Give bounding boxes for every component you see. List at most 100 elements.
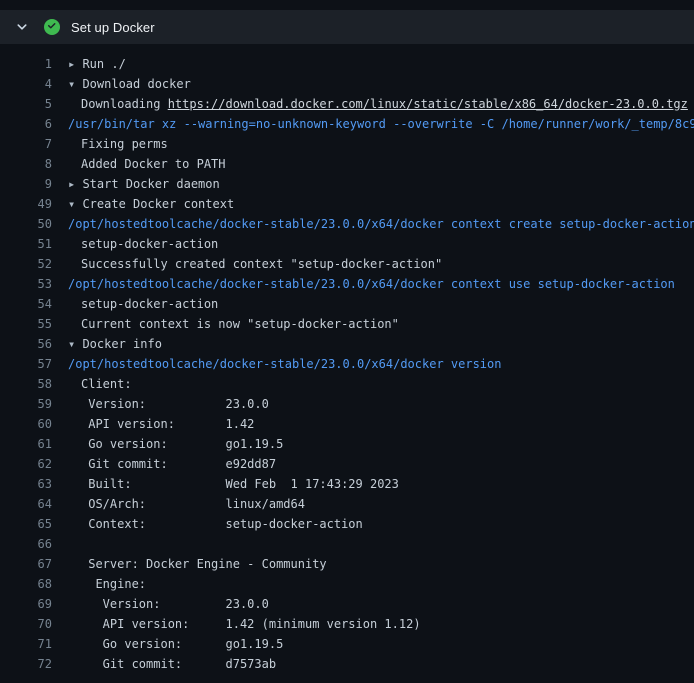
log-text: Client: bbox=[81, 377, 132, 391]
log-line-number[interactable]: 68 bbox=[0, 574, 52, 594]
step-header-set-up-docker[interactable]: Set up Docker bbox=[0, 10, 694, 44]
log-line-number[interactable]: 49 bbox=[0, 194, 52, 214]
log-line-number[interactable]: 59 bbox=[0, 394, 52, 414]
log-line-number[interactable]: 55 bbox=[0, 314, 52, 334]
log-text: API version: 1.42 (minimum version 1.12) bbox=[81, 617, 421, 631]
log-text: Fixing perms bbox=[81, 137, 168, 151]
log-line-text: Git commit: d7573ab bbox=[52, 654, 694, 674]
chevron-down-icon[interactable] bbox=[14, 19, 30, 35]
log-text: Server: Docker Engine - Community bbox=[81, 557, 327, 571]
log-line-text: setup-docker-action bbox=[52, 234, 694, 254]
log-line-text[interactable]: ▾ Create Docker context bbox=[52, 194, 694, 214]
log-line-text: setup-docker-action bbox=[52, 294, 694, 314]
group-expanded-triangle-icon[interactable]: ▾ bbox=[68, 337, 82, 351]
log-line: 7 Fixing perms bbox=[0, 134, 694, 154]
log-line: 4▾ Download docker bbox=[0, 74, 694, 94]
log-line-text: Engine: bbox=[52, 574, 694, 594]
log-line: 59 Version: 23.0.0 bbox=[0, 394, 694, 414]
log-line-text: /opt/hostedtoolcache/docker-stable/23.0.… bbox=[52, 274, 694, 294]
log-text: Version: 23.0.0 bbox=[81, 597, 269, 611]
log-line-text: /opt/hostedtoolcache/docker-stable/23.0.… bbox=[52, 214, 694, 234]
log-line-number[interactable]: 58 bbox=[0, 374, 52, 394]
group-title: Start Docker daemon bbox=[82, 177, 219, 191]
group-expanded-triangle-icon[interactable]: ▾ bbox=[68, 197, 82, 211]
group-collapsed-triangle-icon[interactable]: ▸ bbox=[68, 57, 82, 71]
log-line-text: Current context is now "setup-docker-act… bbox=[52, 314, 694, 334]
log-line-text: OS/Arch: linux/amd64 bbox=[52, 494, 694, 514]
log-text: API version: 1.42 bbox=[81, 417, 254, 431]
log-line-number[interactable]: 5 bbox=[0, 94, 52, 114]
log-line-text: Client: bbox=[52, 374, 694, 394]
log-line-number[interactable]: 9 bbox=[0, 174, 52, 194]
log-text: Added Docker to PATH bbox=[81, 157, 226, 171]
log-line: 52 Successfully created context "setup-do… bbox=[0, 254, 694, 274]
log-line-number[interactable]: 66 bbox=[0, 534, 52, 554]
log-text: Go version: go1.19.5 bbox=[81, 437, 283, 451]
log-line-number[interactable]: 57 bbox=[0, 354, 52, 374]
log-line: 5 Downloading https://download.docker.com… bbox=[0, 94, 694, 114]
log-line-number[interactable]: 72 bbox=[0, 654, 52, 674]
log-line-text[interactable]: ▸ Run ./ bbox=[52, 54, 694, 74]
log-text: Go version: go1.19.5 bbox=[81, 637, 283, 651]
log-line: 64 OS/Arch: linux/amd64 bbox=[0, 494, 694, 514]
log-line-number[interactable]: 53 bbox=[0, 274, 52, 294]
log-line: 67 Server: Docker Engine - Community bbox=[0, 554, 694, 574]
group-expanded-triangle-icon[interactable]: ▾ bbox=[68, 77, 82, 91]
log-line-number[interactable]: 65 bbox=[0, 514, 52, 534]
log-line-number[interactable]: 1 bbox=[0, 54, 52, 74]
log-line-number[interactable]: 69 bbox=[0, 594, 52, 614]
log-line-number[interactable]: 56 bbox=[0, 334, 52, 354]
log-line-number[interactable]: 60 bbox=[0, 414, 52, 434]
log-line: 60 API version: 1.42 bbox=[0, 414, 694, 434]
log-line: 55 Current context is now "setup-docker-a… bbox=[0, 314, 694, 334]
log-line: 65 Context: setup-docker-action bbox=[0, 514, 694, 534]
log-line-number[interactable]: 63 bbox=[0, 474, 52, 494]
log-line-number[interactable]: 67 bbox=[0, 554, 52, 574]
log-line-text: Go version: go1.19.5 bbox=[52, 434, 694, 454]
log-line-text: Successfully created context "setup-dock… bbox=[52, 254, 694, 274]
check-circle-icon bbox=[44, 19, 60, 35]
command-text: /opt/hostedtoolcache/docker-stable/23.0.… bbox=[68, 217, 694, 231]
log-line-number[interactable]: 61 bbox=[0, 434, 52, 454]
log-line: 53/opt/hostedtoolcache/docker-stable/23.… bbox=[0, 274, 694, 294]
log-line-text[interactable]: ▸ Start Docker daemon bbox=[52, 174, 694, 194]
log-line-text: /usr/bin/tar xz --warning=no-unknown-key… bbox=[52, 114, 694, 134]
log-text-segment: Downloading bbox=[81, 97, 168, 111]
command-text: /opt/hostedtoolcache/docker-stable/23.0.… bbox=[68, 277, 675, 291]
step-title: Set up Docker bbox=[71, 20, 155, 35]
log-line: 62 Git commit: e92dd87 bbox=[0, 454, 694, 474]
group-collapsed-triangle-icon[interactable]: ▸ bbox=[68, 177, 82, 191]
log-line-number[interactable]: 62 bbox=[0, 454, 52, 474]
log-line-number[interactable]: 8 bbox=[0, 154, 52, 174]
log-line-number[interactable]: 71 bbox=[0, 634, 52, 654]
log-line-text[interactable]: ▾ Docker info bbox=[52, 334, 694, 354]
log-line-number[interactable]: 70 bbox=[0, 614, 52, 634]
log-text: Context: setup-docker-action bbox=[81, 517, 363, 531]
log-line-number[interactable]: 52 bbox=[0, 254, 52, 274]
log-text: Git commit: d7573ab bbox=[81, 657, 276, 671]
log-line: 66 bbox=[0, 534, 694, 554]
log-line-text bbox=[52, 534, 694, 554]
group-title: Create Docker context bbox=[82, 197, 234, 211]
log-text: Successfully created context "setup-dock… bbox=[81, 257, 442, 271]
log-line-number[interactable]: 6 bbox=[0, 114, 52, 134]
log-line-number[interactable]: 64 bbox=[0, 494, 52, 514]
log-line-text[interactable]: ▾ Download docker bbox=[52, 74, 694, 94]
log-line-text: Git commit: e92dd87 bbox=[52, 454, 694, 474]
log-line: 49▾ Create Docker context bbox=[0, 194, 694, 214]
log-line: 1▸ Run ./ bbox=[0, 54, 694, 74]
log-line-number[interactable]: 50 bbox=[0, 214, 52, 234]
log-line-number[interactable]: 54 bbox=[0, 294, 52, 314]
log-line-text: Added Docker to PATH bbox=[52, 154, 694, 174]
log-line: 71 Go version: go1.19.5 bbox=[0, 634, 694, 654]
log-link[interactable]: https://download.docker.com/linux/static… bbox=[168, 97, 688, 111]
log-line-number[interactable]: 51 bbox=[0, 234, 52, 254]
log-panel: 1▸ Run ./4▾ Download docker5 Downloading … bbox=[0, 44, 694, 683]
log-line-number[interactable]: 4 bbox=[0, 74, 52, 94]
log-line-text: Version: 23.0.0 bbox=[52, 394, 694, 414]
log-line-number[interactable]: 7 bbox=[0, 134, 52, 154]
log-line: 72 Git commit: d7573ab bbox=[0, 654, 694, 674]
log-line-text: Built: Wed Feb 1 17:43:29 2023 bbox=[52, 474, 694, 494]
log-line: 51setup-docker-action bbox=[0, 234, 694, 254]
log-text: Current context is now "setup-docker-act… bbox=[81, 317, 399, 331]
